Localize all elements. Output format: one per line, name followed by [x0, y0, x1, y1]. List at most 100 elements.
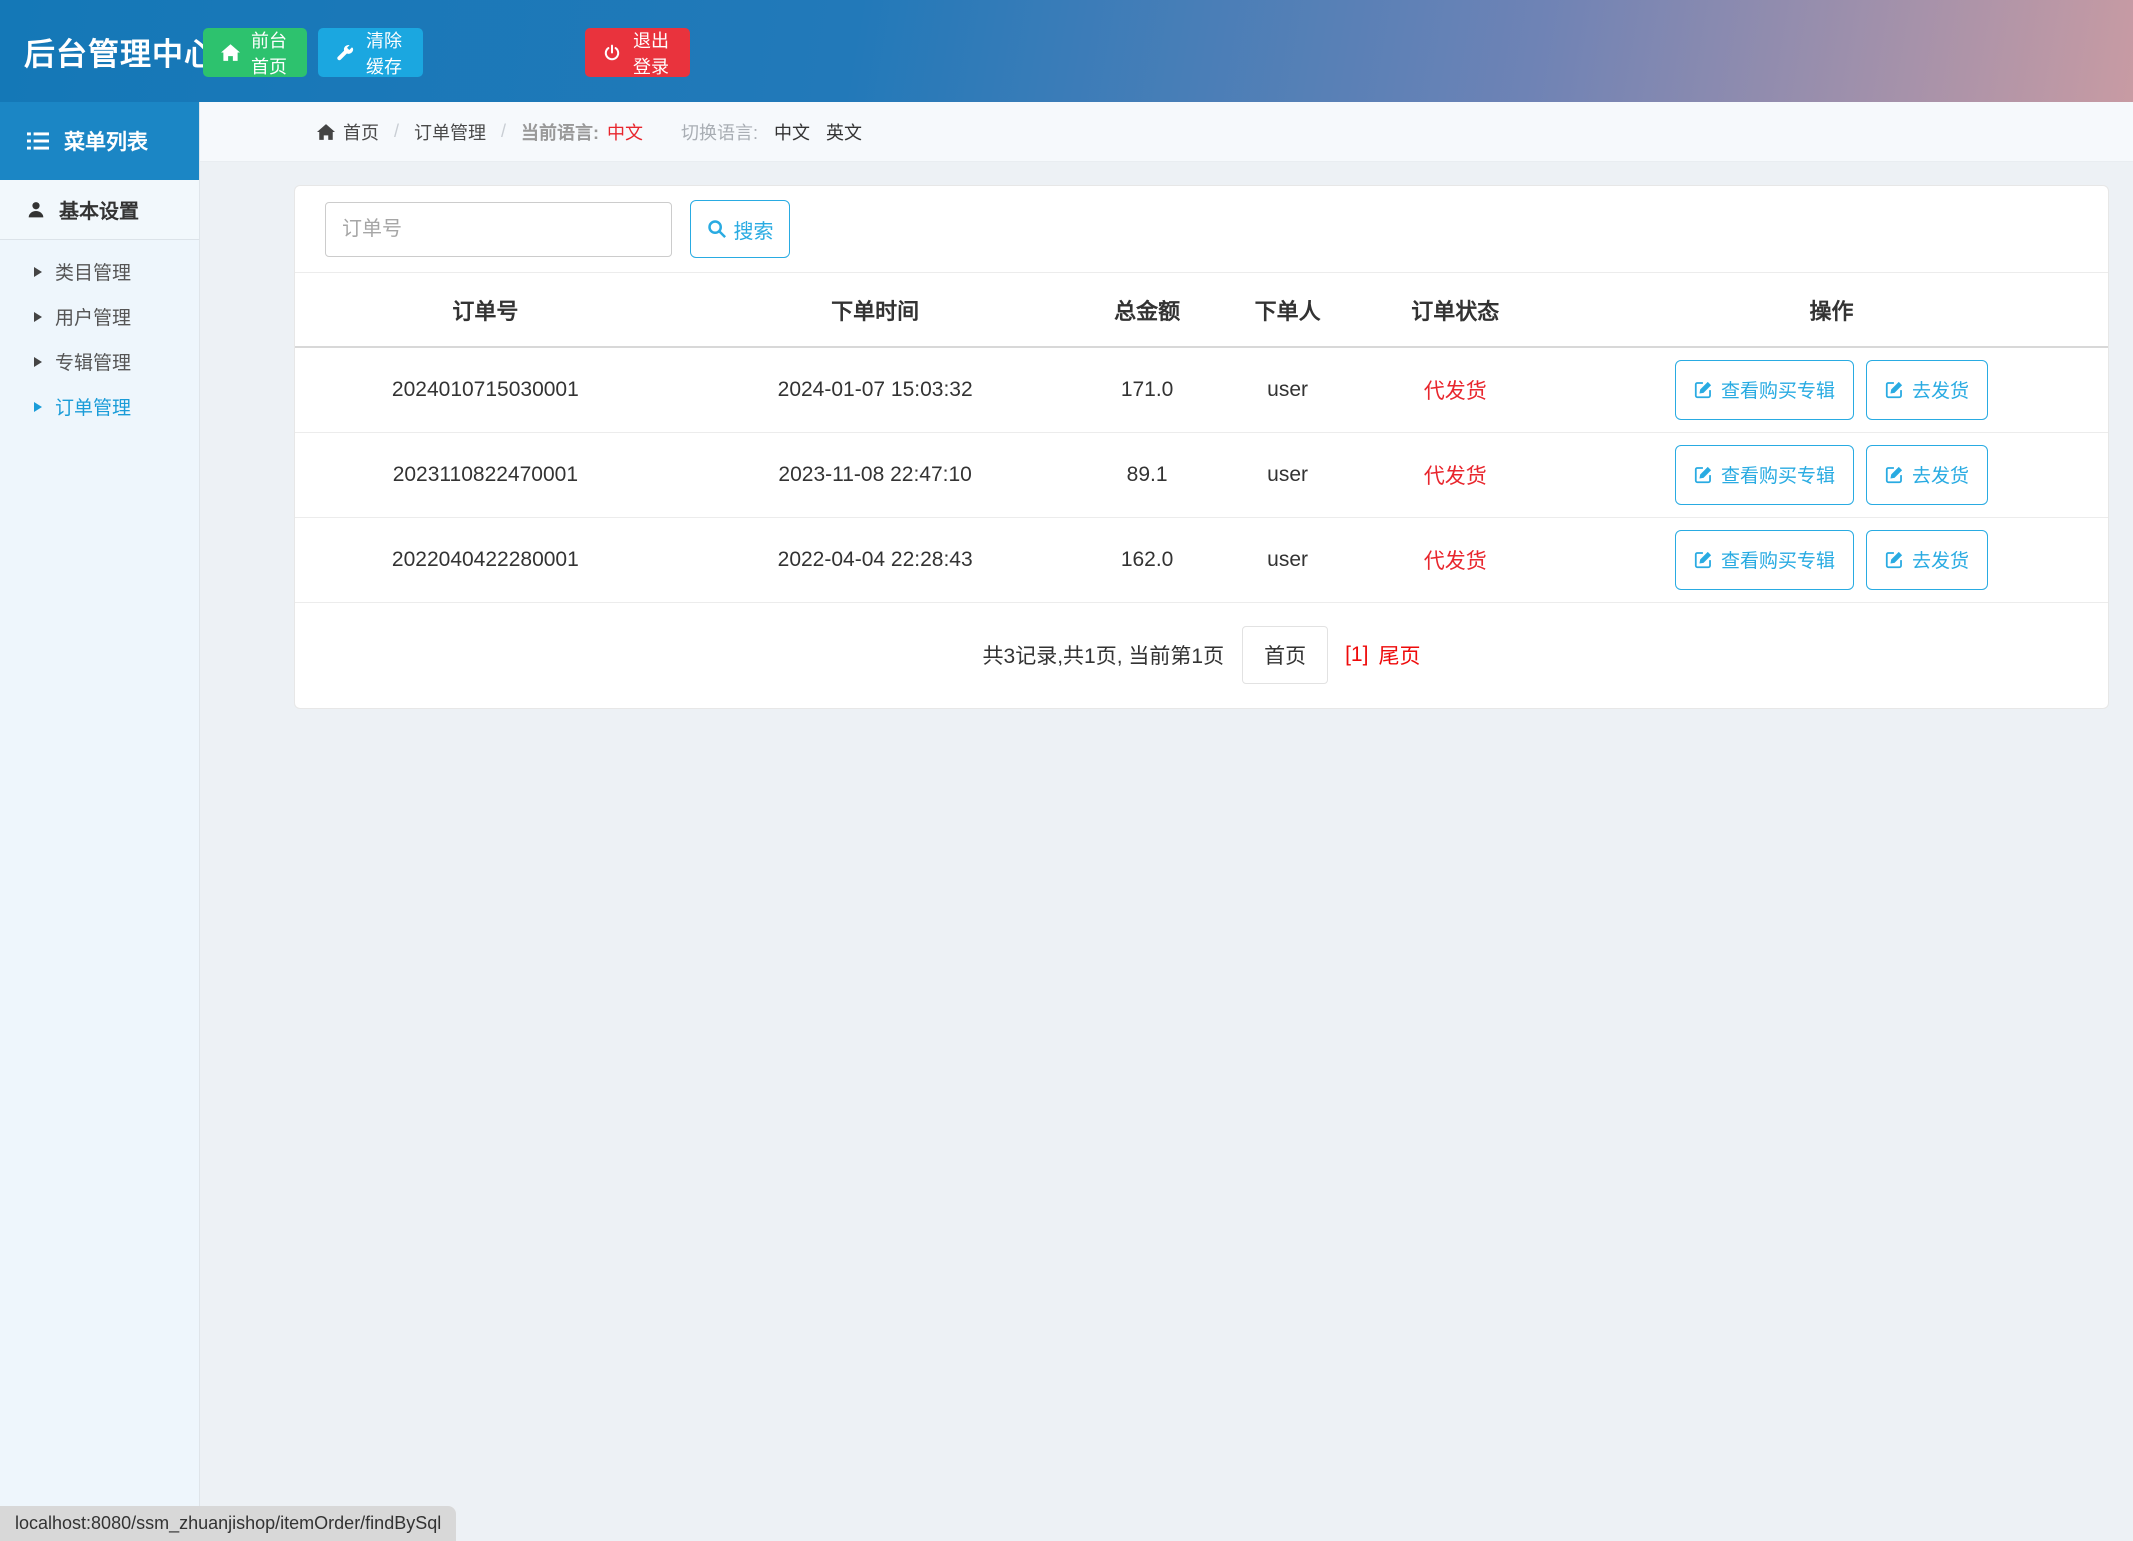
- order-status-cell: 代发货: [1356, 517, 1555, 602]
- view-purchased-album-button[interactable]: 查看购买专辑: [1675, 530, 1854, 590]
- breadcrumb-separator: /: [501, 121, 506, 142]
- edit-icon: [1694, 550, 1713, 569]
- view-purchased-album-button[interactable]: 查看购买专辑: [1675, 445, 1854, 505]
- sidebar-item-订单管理[interactable]: 订单管理: [0, 384, 199, 429]
- ship-order-button[interactable]: 去发货: [1866, 445, 1988, 505]
- home-icon: [317, 124, 335, 140]
- order-no-cell: 2022040422280001: [295, 517, 676, 602]
- order-time-cell: 2022-04-04 22:28:43: [676, 517, 1075, 602]
- buyer-cell: user: [1220, 432, 1356, 517]
- current-language-value: 中文: [607, 119, 643, 145]
- actions-cell: 查看购买专辑 去发货: [1555, 432, 2108, 517]
- sidebar-item-专辑管理[interactable]: 专辑管理: [0, 339, 199, 384]
- edit-icon: [1885, 380, 1904, 399]
- caret-right-icon: [34, 402, 42, 412]
- amount-cell: 89.1: [1075, 432, 1220, 517]
- edit-icon: [1885, 550, 1904, 569]
- current-language-label: 当前语言:: [521, 119, 599, 145]
- order-row: 20240107150300012024-01-07 15:03:32171.0…: [295, 347, 2108, 432]
- column-status: 订单状态: [1356, 273, 1555, 347]
- user-icon: [27, 201, 45, 219]
- sidebar-section-basic-settings[interactable]: 基本设置: [0, 180, 199, 240]
- caret-right-icon: [34, 357, 42, 367]
- edit-icon: [1694, 465, 1713, 484]
- browser-status-url: localhost:8080/ssm_zhuanjishop/itemOrder…: [0, 1506, 456, 1541]
- order-row: 20220404222800012022-04-04 22:28:43162.0…: [295, 517, 2108, 602]
- orders-table: 订单号 下单时间 总金额 下单人 订单状态 操作 202401071503000…: [295, 273, 2108, 603]
- switch-language-label: 切换语言:: [681, 119, 758, 145]
- order-time-cell: 2024-01-07 15:03:32: [676, 347, 1075, 432]
- table-header-row: 订单号 下单时间 总金额 下单人 订单状态 操作: [295, 273, 2108, 347]
- buyer-cell: user: [1220, 517, 1356, 602]
- action-button-label: 去发货: [1912, 546, 1969, 573]
- sidebar-item-用户管理[interactable]: 用户管理: [0, 294, 199, 339]
- action-button-label: 查看购买专辑: [1721, 546, 1835, 573]
- sidebar-section-label: 基本设置: [59, 195, 139, 224]
- action-button-label: 去发货: [1912, 376, 1969, 403]
- search-button[interactable]: 搜索: [690, 200, 790, 258]
- pagination-first-page-button[interactable]: 首页: [1242, 626, 1328, 684]
- order-status-cell: 代发货: [1356, 347, 1555, 432]
- wrench-icon: [336, 44, 354, 62]
- column-actions: 操作: [1555, 273, 2108, 347]
- sidebar-item-label: 类目管理: [55, 258, 131, 285]
- list-icon: [27, 132, 49, 150]
- breadcrumb-home-label: 首页: [343, 119, 379, 145]
- app-title: 后台管理中心: [24, 0, 216, 102]
- amount-cell: 162.0: [1075, 517, 1220, 602]
- content-area: 首页 / 订单管理 / 当前语言: 中文 切换语言: 中文 英文 搜索: [200, 102, 2133, 1541]
- ship-order-button[interactable]: 去发货: [1866, 360, 1988, 420]
- buyer-cell: user: [1220, 347, 1356, 432]
- search-button-label: 搜索: [734, 215, 774, 244]
- order-no-search-input[interactable]: [325, 202, 672, 257]
- language-option-english[interactable]: 英文: [826, 119, 862, 145]
- pagination-last-page-link[interactable]: 尾页: [1378, 640, 1420, 670]
- column-order-time: 下单时间: [676, 273, 1075, 347]
- sidebar-item-label: 用户管理: [55, 303, 131, 330]
- order-no-cell: 2024010715030001: [295, 347, 676, 432]
- search-icon: [707, 219, 727, 239]
- language-option-chinese[interactable]: 中文: [774, 119, 810, 145]
- sidebar-menu-items: 类目管理用户管理专辑管理订单管理: [0, 249, 199, 429]
- view-purchased-album-button[interactable]: 查看购买专辑: [1675, 360, 1854, 420]
- home-icon: [221, 44, 240, 61]
- sidebar-menu-header-label: 菜单列表: [64, 126, 148, 156]
- caret-right-icon: [34, 312, 42, 322]
- sidebar: 菜单列表 基本设置 类目管理用户管理专辑管理订单管理: [0, 102, 200, 1541]
- action-button-label: 去发货: [1912, 461, 1969, 488]
- column-buyer: 下单人: [1220, 273, 1356, 347]
- breadcrumb: 首页 / 订单管理 / 当前语言: 中文 切换语言: 中文 英文: [200, 102, 2133, 162]
- app-header: 后台管理中心 前台首页 清除缓存 退出登录: [0, 0, 2133, 102]
- clear-cache-label: 清除缓存: [363, 27, 405, 79]
- pagination: 共3记录,共1页, 当前第1页 首页 [1] 尾页: [295, 603, 2108, 708]
- logout-button[interactable]: 退出登录: [585, 28, 690, 77]
- clear-cache-button[interactable]: 清除缓存: [318, 28, 423, 77]
- sidebar-item-label: 订单管理: [55, 393, 131, 420]
- frontend-home-label: 前台首页: [249, 27, 289, 79]
- logout-label: 退出登录: [630, 27, 672, 79]
- search-bar: 搜索: [295, 186, 2108, 273]
- action-button-label: 查看购买专辑: [1721, 376, 1835, 403]
- pagination-current-page[interactable]: [1]: [1345, 643, 1368, 667]
- orders-panel: 搜索 订单号 下单时间 总金额 下单人 订单状态 操作: [294, 185, 2109, 709]
- column-order-no: 订单号: [295, 273, 676, 347]
- edit-icon: [1885, 465, 1904, 484]
- sidebar-item-类目管理[interactable]: 类目管理: [0, 249, 199, 294]
- breadcrumb-page-link[interactable]: 订单管理: [414, 119, 486, 145]
- breadcrumb-page-label: 订单管理: [414, 119, 486, 145]
- sidebar-menu-header: 菜单列表: [0, 102, 199, 180]
- breadcrumb-separator: /: [394, 121, 399, 142]
- edit-icon: [1694, 380, 1713, 399]
- actions-cell: 查看购买专辑 去发货: [1555, 347, 2108, 432]
- breadcrumb-home-link[interactable]: 首页: [317, 119, 379, 145]
- action-button-label: 查看购买专辑: [1721, 461, 1835, 488]
- column-amount: 总金额: [1075, 273, 1220, 347]
- actions-cell: 查看购买专辑 去发货: [1555, 517, 2108, 602]
- caret-right-icon: [34, 267, 42, 277]
- orders-table-body: 20240107150300012024-01-07 15:03:32171.0…: [295, 347, 2108, 602]
- order-no-cell: 2023110822470001: [295, 432, 676, 517]
- ship-order-button[interactable]: 去发货: [1866, 530, 1988, 590]
- sidebar-item-label: 专辑管理: [55, 348, 131, 375]
- frontend-home-button[interactable]: 前台首页: [203, 28, 307, 77]
- pagination-summary: 共3记录,共1页, 当前第1页: [983, 640, 1225, 670]
